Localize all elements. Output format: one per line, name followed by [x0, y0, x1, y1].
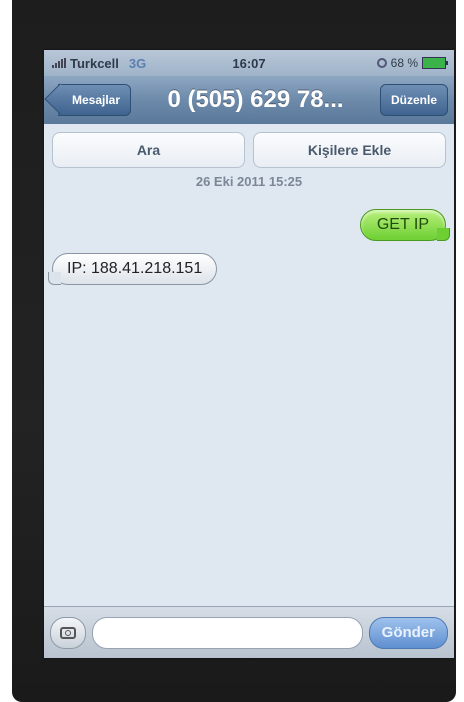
- status-bar: Turkcell 3G 16:07 68 %: [44, 50, 454, 76]
- send-button[interactable]: Gönder: [368, 616, 448, 649]
- call-button[interactable]: Ara: [52, 132, 245, 168]
- screen: Turkcell 3G 16:07 68 % Mesajlar 0 (505) …: [44, 50, 454, 658]
- contact-actions: Ara Kişilere Ekle: [44, 124, 454, 168]
- signal-icon: [52, 58, 66, 68]
- message-composer: Gönder: [44, 606, 454, 658]
- conversation-title: 0 (505) 629 78...: [167, 86, 344, 113]
- back-button[interactable]: Mesajlar: [58, 84, 132, 116]
- status-right: 68 %: [376, 56, 448, 70]
- outgoing-message[interactable]: GET IP: [359, 209, 451, 241]
- carrier-name: Turkcell: [70, 55, 119, 71]
- camera-button[interactable]: [50, 616, 86, 649]
- battery-icon: [422, 57, 448, 69]
- battery-percent: 68 %: [390, 56, 418, 70]
- network-type: 3G: [128, 55, 147, 71]
- orientation-lock-icon: [376, 58, 387, 68]
- phone-frame: Turkcell 3G 16:07 68 % Mesajlar 0 (505) …: [12, 0, 456, 702]
- message-timestamp: 26 Eki 2011 15:25: [195, 174, 303, 189]
- message-input[interactable]: [92, 616, 363, 649]
- add-contact-button[interactable]: Kişilere Ekle: [253, 132, 446, 168]
- camera-icon: [60, 626, 76, 639]
- incoming-message[interactable]: IP: 188.41.218.151: [47, 253, 218, 285]
- carrier-group: Turkcell 3G: [52, 56, 146, 71]
- back-button-label: Mesajlar: [72, 93, 121, 107]
- navigation-bar: Mesajlar 0 (505) 629 78... Düzenle: [44, 76, 454, 124]
- edit-button[interactable]: Düzenle: [379, 84, 448, 116]
- message-list[interactable]: GET IP IP: 188.41.218.151: [44, 189, 454, 565]
